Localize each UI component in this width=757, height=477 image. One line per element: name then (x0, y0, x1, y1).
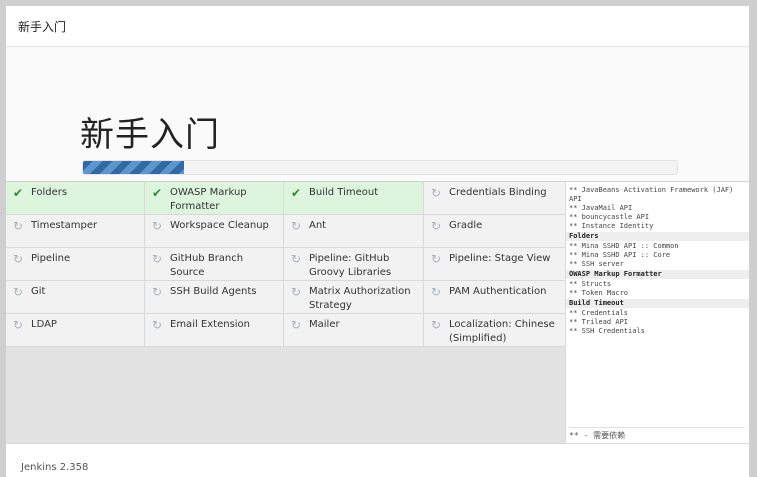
refresh-icon: ↻ (151, 318, 163, 332)
plugin-item: ✔ OWASP Markup Formatter (145, 182, 284, 215)
log-dependency-line: ** Structs (569, 280, 612, 288)
log-dependency-line: ** Credentials (569, 309, 629, 317)
plugin-name: GitHub Branch Source (170, 253, 244, 278)
log-dependency-line: ** JavaMail API (569, 204, 633, 212)
plugin-name: LDAP (31, 319, 57, 330)
plugin-item: ↻ Ant (284, 215, 424, 248)
plugin-name: Email Extension (170, 319, 251, 330)
plugin-name: SSH Build Agents (170, 286, 257, 297)
progress-fill (83, 161, 184, 174)
refresh-icon: ↻ (430, 186, 442, 200)
refresh-icon: ↻ (151, 252, 163, 266)
plugin-item: ↻ GitHub Branch Source (145, 248, 284, 281)
plugin-name: Git (31, 286, 46, 297)
plugin-name: Gradle (449, 220, 483, 231)
dialog-title: 新手入门 (18, 19, 67, 34)
check-icon: ✔ (12, 186, 24, 200)
log-dependency-line: ** Trilead API (569, 318, 629, 326)
refresh-icon: ↻ (12, 252, 24, 266)
log-dependency-line: ** SSH server (569, 260, 624, 268)
plugin-item: ↻ SSH Build Agents (145, 281, 284, 314)
plugin-name: Credentials Binding (449, 187, 547, 198)
plugin-item: ↻ Git (6, 281, 145, 314)
refresh-icon: ↻ (430, 318, 442, 332)
log-legend: ** - 需要依赖 (569, 427, 745, 440)
plugin-name: PAM Authentication (449, 286, 547, 297)
refresh-icon: ↻ (290, 285, 302, 299)
log-plugin-heading: Folders (566, 232, 749, 241)
install-progress-bar (82, 160, 678, 175)
plugin-name: Timestamper (31, 220, 98, 231)
plugin-name: Pipeline: GitHub Groovy Libraries (309, 253, 392, 278)
log-dependency-line: ** Mina SSHD API :: Common (569, 242, 679, 250)
setup-wizard-dialog: 新手入门 新手入门 ✔ Folders ✔ OWASP Markup Formatte… (6, 6, 749, 477)
plugin-name: OWASP Markup Formatter (170, 187, 247, 212)
page-title: 新手入门 (80, 115, 220, 155)
hero-banner: 新手入门 (6, 47, 749, 181)
log-plugin-heading: OWASP Markup Formatter (566, 270, 749, 279)
log-dependency-line: ** JavaBeans Activation Framework (JAF) … (569, 186, 738, 203)
log-dependency-line: ** Mina SSHD API :: Core (569, 251, 671, 259)
log-plugin-heading: Build Timeout (566, 299, 749, 308)
refresh-icon: ↻ (290, 318, 302, 332)
log-dependency-line: ** bouncycastle API (569, 213, 650, 221)
refresh-icon: ↻ (290, 219, 302, 233)
plugin-item: ↻ Matrix Authorization Strategy (284, 281, 424, 314)
plugin-name: Ant (309, 220, 327, 231)
refresh-icon: ↻ (12, 219, 24, 233)
plugin-item: ↻ Pipeline: Stage View (424, 248, 565, 281)
plugin-name: Localization: Chinese (Simplified) (449, 319, 555, 344)
plugin-name: Pipeline: Stage View (449, 253, 551, 264)
plugin-item: ↻ Timestamper (6, 215, 145, 248)
refresh-icon: ↻ (290, 252, 302, 266)
refresh-icon: ↻ (12, 285, 24, 299)
plugin-item: ↻ Credentials Binding (424, 182, 565, 215)
log-dependency-line: ** Instance Identity (569, 222, 654, 230)
refresh-icon: ↻ (151, 285, 163, 299)
plugin-item: ↻ Mailer (284, 314, 424, 347)
plugin-item: ✔ Build Timeout (284, 182, 424, 215)
plugin-item: ↻ Email Extension (145, 314, 284, 347)
install-log: ** JavaBeans Activation Framework (JAF) … (566, 186, 749, 336)
plugin-name: Folders (31, 187, 68, 198)
plugin-item: ↻ Gradle (424, 215, 565, 248)
refresh-icon: ↻ (12, 318, 24, 332)
plugin-item: ↻ Pipeline: GitHub Groovy Libraries (284, 248, 424, 281)
refresh-icon: ↻ (151, 219, 163, 233)
dialog-header: 新手入门 (6, 6, 749, 47)
refresh-icon: ↻ (430, 285, 442, 299)
plugin-name: Workspace Cleanup (170, 220, 269, 231)
check-icon: ✔ (151, 186, 163, 200)
plugin-name: Mailer (309, 319, 340, 330)
install-log-panel[interactable]: ** JavaBeans Activation Framework (JAF) … (565, 182, 749, 444)
plugin-item: ↻ PAM Authentication (424, 281, 565, 314)
plugin-item: ✔ Folders (6, 182, 145, 215)
plugin-item: ↻ Pipeline (6, 248, 145, 281)
plugin-grid: ✔ Folders ✔ OWASP Markup Formatter ✔ Build Ti… (6, 182, 565, 347)
plugin-item: ↻ Workspace Cleanup (145, 215, 284, 248)
plugin-name: Pipeline (31, 253, 71, 264)
plugin-item: ↻ Localization: Chinese (Simplified) (424, 314, 565, 347)
jenkins-version: Jenkins 2.358 (21, 462, 89, 473)
refresh-icon: ↻ (430, 252, 442, 266)
plugin-name: Build Timeout (309, 187, 379, 198)
plugin-item: ↻ LDAP (6, 314, 145, 347)
refresh-icon: ↻ (430, 219, 442, 233)
log-dependency-line: ** SSH Credentials (569, 327, 645, 335)
check-icon: ✔ (290, 186, 302, 200)
plugin-name: Matrix Authorization Strategy (309, 286, 411, 311)
dialog-footer: Jenkins 2.358 (6, 443, 749, 477)
log-dependency-line: ** Token Macro (569, 289, 629, 297)
plugin-install-area: ✔ Folders ✔ OWASP Markup Formatter ✔ Build Ti… (6, 181, 749, 444)
